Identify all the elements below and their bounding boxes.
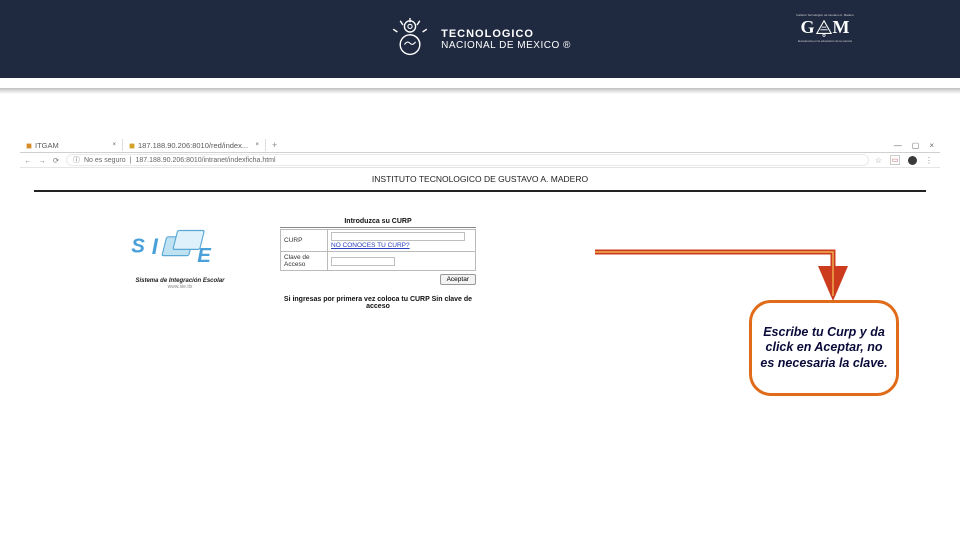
curp-form: Introduzca su CURP CURP NO CONOCES TU CU… bbox=[280, 218, 476, 310]
nav-back-icon[interactable]: ← bbox=[24, 156, 32, 165]
tab-1-label: ITGAM bbox=[35, 141, 59, 150]
browser-tab-2[interactable]: 187.188.90.206:8010/red/index... × bbox=[123, 139, 266, 151]
clave-label: Clave de Acceso bbox=[281, 252, 328, 271]
top-banner: TECNOLOGICO NACIONAL DE MEXICO ® Institu… bbox=[0, 0, 960, 78]
insecure-icon: ⓘ bbox=[73, 155, 80, 165]
tab-strip: ITGAM × 187.188.90.206:8010/red/index...… bbox=[20, 138, 940, 153]
gam-pyramid-icon bbox=[815, 19, 833, 37]
bookmark-star-icon[interactable]: ☆ bbox=[875, 156, 882, 165]
extension-shield-icon[interactable]: ▭ bbox=[890, 155, 900, 165]
curp-input[interactable] bbox=[331, 232, 465, 241]
gam-bottom-text: Excelencia en la educación de la ciencia bbox=[798, 40, 852, 43]
window-close-icon[interactable]: × bbox=[929, 141, 934, 150]
sie-url: www.sie.itx bbox=[168, 284, 193, 290]
aceptar-button[interactable]: Aceptar bbox=[440, 274, 476, 285]
gam-logo: Instituto Tecnológico de Gustavo A. Made… bbox=[790, 12, 860, 64]
browser-menu-icon[interactable]: ⋮ bbox=[925, 156, 932, 165]
profile-avatar-icon[interactable] bbox=[908, 156, 917, 165]
page-divider bbox=[34, 190, 926, 192]
svg-text:S: S bbox=[131, 236, 145, 258]
nav-reload-icon[interactable]: ⟳ bbox=[52, 156, 60, 165]
url-input[interactable]: ⓘ No es seguro | 187.188.90.206:8010/int… bbox=[66, 154, 869, 166]
tecnm-logo: TECNOLOGICO NACIONAL DE MEXICO ® bbox=[389, 18, 571, 60]
tecnm-subtitle: NACIONAL DE MEXICO ® bbox=[441, 40, 571, 51]
form-heading: Introduzca su CURP bbox=[280, 218, 476, 228]
first-time-note: Si ingresas por primera vez coloca tu CU… bbox=[280, 296, 476, 310]
tecnm-title: TECNOLOGICO bbox=[441, 28, 571, 40]
svg-text:E: E bbox=[197, 245, 212, 267]
callout-text: Escribe tu Curp y da click en Aceptar, n… bbox=[760, 325, 888, 372]
page-title: INSTITUTO TECNOLOGICO DE GUSTAVO A. MADE… bbox=[20, 168, 940, 188]
tab-1-close-icon[interactable]: × bbox=[112, 142, 116, 148]
favicon-icon bbox=[129, 142, 135, 148]
svg-text:I: I bbox=[152, 234, 159, 259]
window-maximize-icon[interactable]: ▢ bbox=[912, 141, 920, 150]
curp-label: CURP bbox=[281, 230, 328, 252]
sie-logo-icon: S I E bbox=[125, 222, 235, 272]
new-tab-button[interactable]: + bbox=[266, 140, 283, 150]
sie-logo-block: S I E Sistema de Integración Escolar www… bbox=[110, 218, 250, 310]
url-text: 187.188.90.206:8010/intranet/indexficha.… bbox=[135, 157, 275, 164]
insecure-label: No es seguro bbox=[84, 157, 126, 164]
url-separator: | bbox=[130, 157, 132, 164]
favicon-icon bbox=[26, 142, 32, 148]
nav-forward-icon[interactable]: → bbox=[38, 156, 46, 165]
tab-2-close-icon[interactable]: × bbox=[255, 142, 259, 148]
address-bar: ← → ⟳ ⓘ No es seguro | 187.188.90.206:80… bbox=[20, 153, 940, 168]
no-curp-link[interactable]: NO CONOCES TU CURP? bbox=[331, 242, 410, 249]
clave-input[interactable] bbox=[331, 257, 395, 266]
tecnm-emblem-icon bbox=[389, 18, 431, 60]
instruction-callout: Escribe tu Curp y da click en Aceptar, n… bbox=[749, 300, 899, 396]
window-minimize-icon[interactable]: — bbox=[894, 141, 902, 150]
tab-2-label: 187.188.90.206:8010/red/index... bbox=[138, 141, 248, 150]
browser-tab-1[interactable]: ITGAM × bbox=[20, 139, 123, 151]
browser-window: ITGAM × 187.188.90.206:8010/red/index...… bbox=[20, 138, 940, 310]
